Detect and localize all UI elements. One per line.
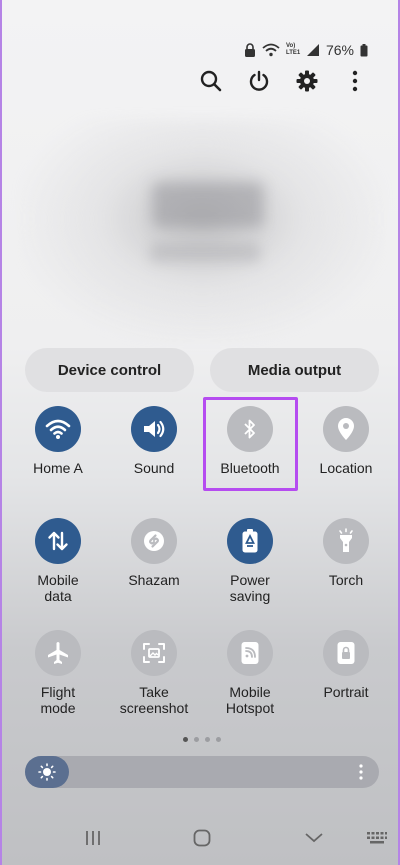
- tile-flight-mode[interactable]: Flight mode: [10, 630, 106, 716]
- screenshot-icon: [143, 643, 165, 663]
- tile-location-label: Location: [319, 460, 373, 476]
- tile-portrait-label: Portrait: [323, 684, 369, 700]
- tile-wifi-toggle[interactable]: [35, 406, 81, 452]
- device-control-button[interactable]: Device control: [25, 348, 194, 392]
- power-saving-icon: [242, 529, 258, 553]
- blurred-clock: [152, 182, 264, 228]
- tile-portrait-toggle[interactable]: [323, 630, 369, 676]
- tile-flight-mode-label: Flight mode: [40, 684, 76, 716]
- tile-mobile-hotspot-toggle[interactable]: [227, 630, 273, 676]
- status-bar: Vo) LTE1 76%: [244, 40, 368, 60]
- battery-percent: 76%: [325, 42, 354, 58]
- media-output-button[interactable]: Media output: [210, 348, 379, 392]
- tile-wifi[interactable]: Home A: [10, 406, 106, 476]
- chevron-down-icon[interactable]: [304, 829, 324, 847]
- speaker-icon: [144, 420, 165, 438]
- network-label: Vo) LTE1: [285, 43, 301, 56]
- home-icon[interactable]: [193, 829, 211, 847]
- tile-torch-label: Torch: [328, 572, 364, 588]
- more-options-button[interactable]: [342, 68, 368, 94]
- tile-torch-toggle[interactable]: [323, 518, 369, 564]
- blurred-date: [150, 242, 260, 262]
- power-icon: [249, 70, 269, 91]
- sun-icon: [38, 763, 56, 781]
- location-pin-icon: [338, 418, 354, 440]
- tile-wifi-label: Home A: [33, 460, 83, 476]
- search-icon: [200, 70, 222, 92]
- gear-icon: [296, 70, 318, 92]
- brightness-more-icon[interactable]: [359, 764, 363, 780]
- hotspot-icon: [241, 642, 259, 664]
- tile-shazam-toggle[interactable]: [131, 518, 177, 564]
- tile-power-saving-label: Power saving: [229, 572, 271, 604]
- shazam-icon: [144, 531, 164, 551]
- mobile-data-icon: [48, 531, 68, 551]
- keyboard-icon[interactable]: [366, 831, 388, 845]
- blurred-clock-background: [22, 120, 382, 340]
- tile-portrait[interactable]: Portrait: [298, 630, 394, 700]
- wifi-status-icon: [262, 43, 280, 57]
- page-dot[interactable]: [183, 737, 188, 742]
- battery-icon: [360, 43, 368, 56]
- tile-sound-toggle[interactable]: [131, 406, 177, 452]
- signal-icon: [306, 44, 319, 56]
- settings-button[interactable]: [294, 68, 320, 94]
- page-dot[interactable]: [216, 737, 221, 742]
- tile-power-saving-toggle[interactable]: [227, 518, 273, 564]
- tile-take-screenshot[interactable]: Take screenshot: [106, 630, 202, 716]
- portrait-lock-icon: [337, 642, 355, 664]
- tile-mobile-hotspot[interactable]: Mobile Hotspot: [202, 630, 298, 716]
- tile-shazam-label: Shazam: [128, 572, 180, 588]
- bluetooth-highlight-box: [203, 397, 298, 491]
- tile-mobile-data-label: Mobile data: [37, 572, 79, 604]
- media-output-label: Media output: [247, 361, 342, 379]
- wifi-icon: [45, 419, 71, 439]
- tile-mobile-hotspot-label: Mobile Hotspot: [225, 684, 275, 716]
- tile-shazam[interactable]: Shazam: [106, 518, 202, 588]
- torch-icon: [339, 528, 353, 552]
- tile-torch[interactable]: Torch: [298, 518, 394, 588]
- tile-take-screenshot-toggle[interactable]: [131, 630, 177, 676]
- navigation-bar: [2, 809, 400, 865]
- tile-flight-mode-toggle[interactable]: [35, 630, 81, 676]
- airplane-icon: [48, 642, 68, 664]
- tile-location[interactable]: Location: [298, 406, 394, 476]
- tile-take-screenshot-label: Take screenshot: [119, 684, 189, 716]
- page-dot[interactable]: [205, 737, 210, 742]
- device-control-label: Device control: [57, 361, 162, 379]
- tile-power-saving[interactable]: Power saving: [202, 518, 298, 604]
- tile-location-toggle[interactable]: [323, 406, 369, 452]
- brightness-slider[interactable]: [25, 756, 379, 788]
- tile-mobile-data-toggle[interactable]: [35, 518, 81, 564]
- page-dot[interactable]: [194, 737, 199, 742]
- tile-sound-label: Sound: [133, 460, 175, 476]
- recent-apps-icon[interactable]: [84, 829, 102, 847]
- sim-lock-icon: [244, 43, 255, 57]
- more-vertical-icon: [352, 70, 358, 92]
- tile-mobile-data[interactable]: Mobile data: [10, 518, 106, 604]
- quick-panel-actions: [198, 68, 368, 94]
- search-button[interactable]: [198, 68, 224, 94]
- power-button[interactable]: [246, 68, 272, 94]
- tile-sound[interactable]: Sound: [106, 406, 202, 476]
- page-indicator: [2, 737, 400, 742]
